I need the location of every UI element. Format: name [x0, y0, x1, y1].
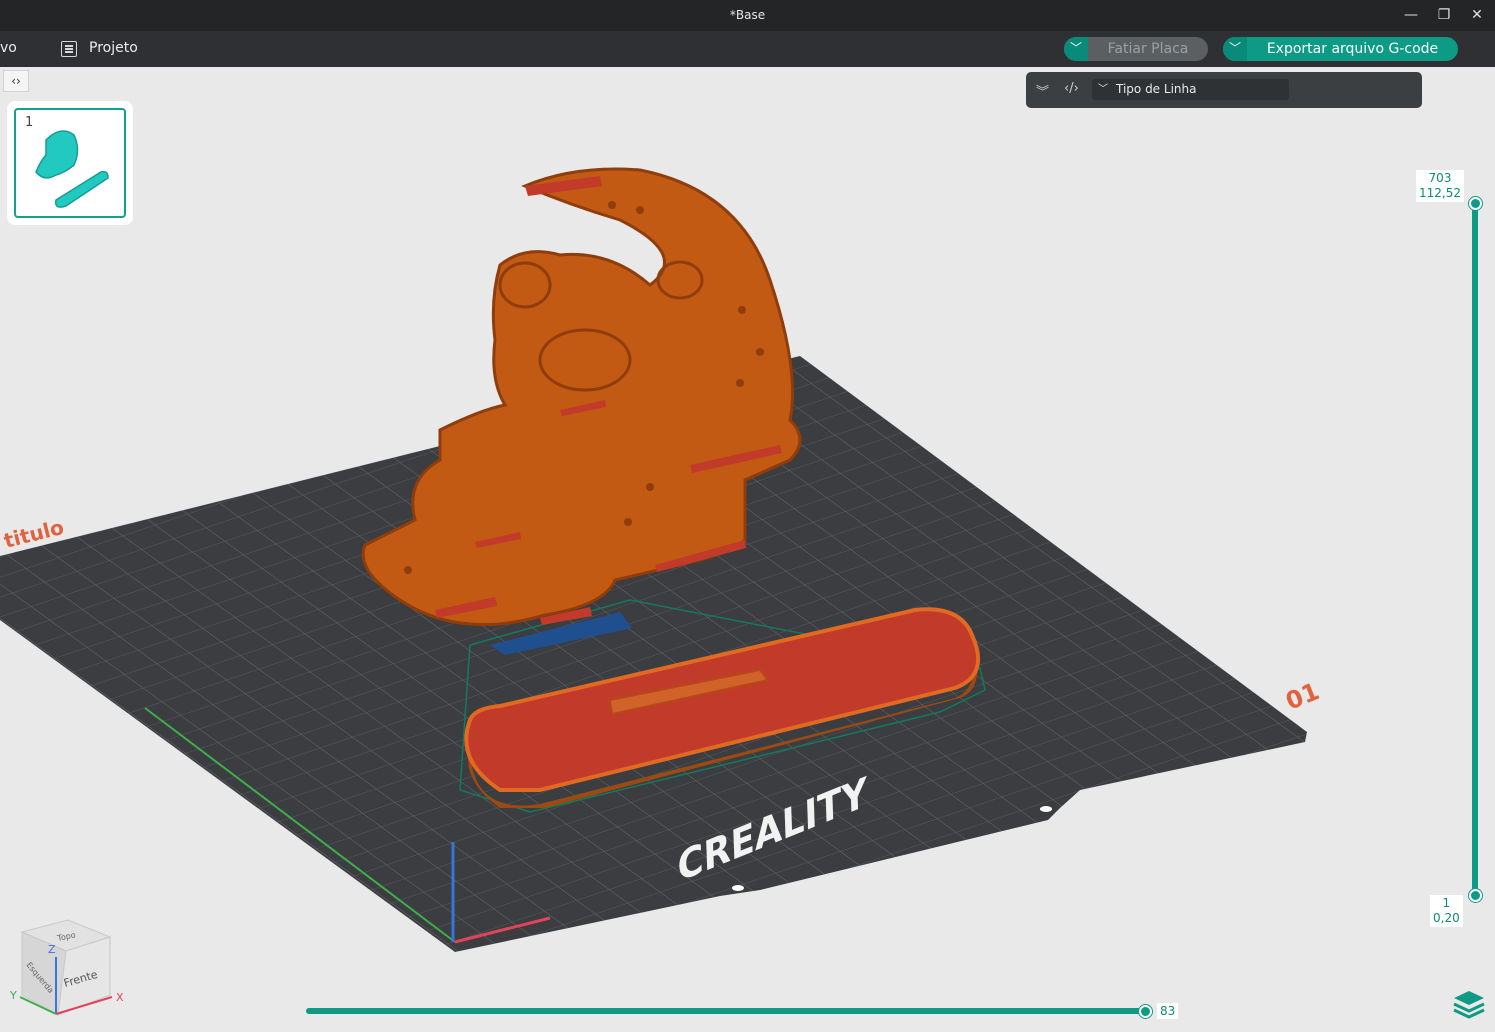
document-list-icon[interactable] — [61, 41, 77, 57]
plate-hole — [1040, 806, 1052, 812]
slice-plate-button[interactable]: ﹀ Fatiar Placa — [1064, 37, 1208, 61]
print-scene[interactable]: titulo 01 CREALITY — [0, 67, 1495, 1032]
plate-thumbnail[interactable]: 1 — [7, 101, 133, 225]
code-icon[interactable]: ‹/› — [1064, 81, 1079, 96]
export-gcode-label: Exportar arquivo G-code — [1266, 41, 1439, 57]
layers-icon[interactable] — [1450, 987, 1488, 1023]
view-cube[interactable]: Topo Frente Esquerda Z X Y — [8, 917, 128, 1022]
close-button[interactable]: ✕ — [1466, 5, 1488, 25]
plate-preview-image — [35, 130, 109, 208]
top-layer-height: 112,52 — [1419, 186, 1461, 200]
window-title: *Base — [729, 8, 766, 22]
top-layer-label: 703 112,52 — [1416, 170, 1464, 202]
bottom-layer-height: 0,20 — [1433, 911, 1460, 925]
layer-slider-top-handle[interactable] — [1469, 197, 1482, 210]
layer-slider-track[interactable] — [1472, 204, 1478, 898]
layer-slider-bottom-handle[interactable] — [1469, 889, 1482, 902]
bottom-layer-number: 1 — [1442, 896, 1451, 910]
plate-hole — [732, 885, 744, 891]
line-type-value: Tipo de Linha — [1116, 82, 1197, 96]
chevron-down-icon[interactable]: ﹀ — [1223, 37, 1247, 61]
move-slider-track[interactable] — [306, 1008, 1149, 1014]
menu-file[interactable]: vo — [0, 40, 17, 56]
line-type-panel: ︾ ‹/› ﹀ Tipo de Linha — [1026, 72, 1422, 108]
move-slider-handle[interactable] — [1139, 1005, 1152, 1018]
plate-thumbnail-frame[interactable]: 1 — [14, 108, 126, 218]
restore-button[interactable]: ❐ — [1433, 5, 1455, 25]
line-type-select[interactable]: ﹀ Tipo de Linha — [1092, 79, 1289, 100]
axis-x-label: X — [116, 991, 124, 1004]
move-slider-value: 83 — [1157, 1003, 1179, 1019]
3d-viewport[interactable]: titulo 01 CREALITY ‹› 1 ︾ ‹/› ﹀ Tipo de … — [0, 67, 1495, 1032]
chevron-down-icon: ﹀ — [1098, 84, 1108, 95]
axis-z-label: Z — [48, 943, 56, 956]
slice-plate-label: Fatiar Placa — [1107, 41, 1189, 57]
bottom-layer-label: 1 0,20 — [1430, 895, 1463, 927]
double-chevron-down-icon[interactable]: ︾ — [1036, 81, 1049, 100]
export-gcode-button[interactable]: ﹀ Exportar arquivo G-code — [1223, 37, 1458, 61]
plate-number-text: 01 — [1282, 677, 1323, 715]
sidebar-toggle-button[interactable]: ‹› — [3, 70, 29, 92]
chevron-down-icon[interactable]: ﹀ — [1064, 37, 1088, 61]
axis-y-label: Y — [9, 989, 17, 1002]
menu-project[interactable]: Projeto — [89, 40, 138, 56]
minimize-button[interactable]: — — [1400, 5, 1422, 25]
title-bar: *Base — ❐ ✕ — [0, 0, 1495, 31]
top-layer-number: 703 — [1428, 171, 1452, 185]
